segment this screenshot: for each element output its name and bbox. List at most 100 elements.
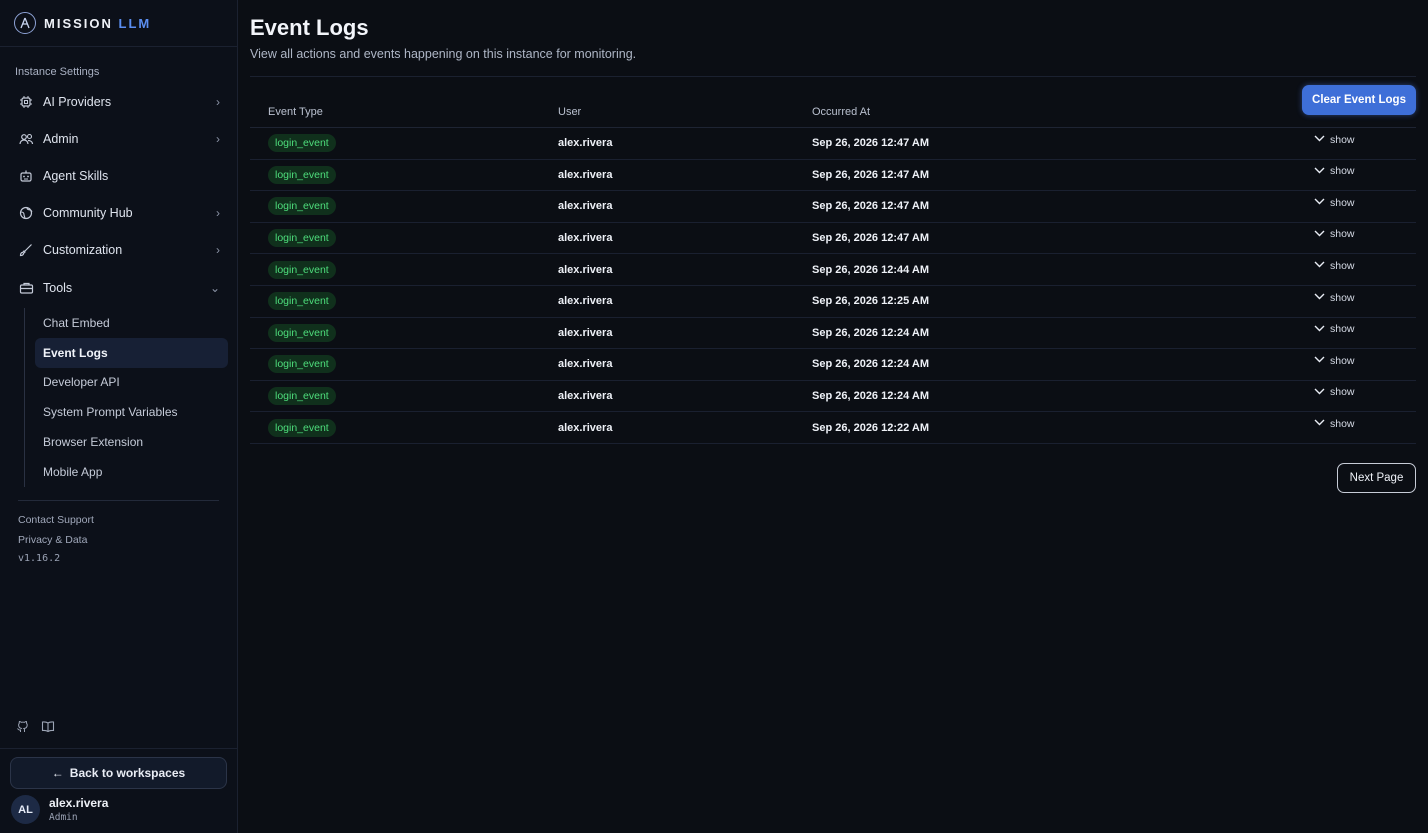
show-cell: show [1292,418,1416,434]
page-title: Event Logs [250,15,369,40]
show-cell: show [1292,386,1416,403]
chevron-down-icon [1314,292,1325,303]
version-label: v1.16.2 [18,553,61,564]
user-cell: alex.rivera [558,421,613,434]
event-type-cell: login_event [250,323,558,342]
sidebar-item-label: Community Hub [43,206,133,221]
section-label: Instance Settings [15,66,100,78]
column-header-occurred-at: Occurred At [812,105,871,118]
sidebar-item-tools[interactable]: Tools ⌄ [0,269,238,306]
user-cell: alex.rivera [558,168,613,181]
occurred-at-cell: Sep 26, 2026 12:24 AM [812,326,929,339]
github-icon[interactable] [15,719,29,733]
toolbox-icon [18,280,34,296]
column-header-event-type: Event Type [268,105,323,118]
show-details-button[interactable]: show [1292,260,1355,272]
show-cell: show [1292,134,1416,150]
show-cell: show [1292,323,1416,340]
table-row: login_event alex.rivera Sep 26, 2026 12:24… [250,349,1416,381]
sidebar-item-chat-embed[interactable]: Chat Embed [35,308,228,338]
user-cell: alex.rivera [558,263,613,276]
event-type-badge: login_event [268,418,336,437]
user-cell: alex.rivera [558,326,613,339]
show-details-button[interactable]: show [1292,418,1355,430]
sidebar-item-agent-skills[interactable]: Agent Skills [0,157,238,194]
user-name: alex.rivera [49,796,109,810]
table-row: login_event alex.rivera Sep 26, 2026 12:47… [250,223,1416,255]
occurred-at-cell: Sep 26, 2026 12:24 AM [812,358,929,371]
arrow-left-icon: ← [51,766,64,780]
event-type-cell: login_event [250,355,558,374]
table-row: login_event alex.rivera Sep 26, 2026 12:22… [250,412,1416,444]
show-cell: show [1292,165,1416,182]
user-cell: alex.rivera [558,137,613,150]
table-row: login_event alex.rivera Sep 26, 2026 12:25… [250,286,1416,318]
show-details-button[interactable]: show [1292,134,1355,146]
show-details-button[interactable]: show [1292,292,1355,304]
next-page-button[interactable]: Next Page [1337,463,1416,493]
sidebar-bottom-divider [0,748,238,749]
sidebar-item-customization[interactable]: Customization › [0,232,238,269]
show-details-button[interactable]: show [1292,165,1355,177]
robot-icon [18,168,34,184]
sidebar-item-ai-providers[interactable]: AI Providers › [0,83,238,120]
back-to-workspaces-button[interactable]: ← Back to workspaces [10,757,227,789]
table-row: login_event alex.rivera Sep 26, 2026 12:47… [250,128,1416,160]
table-body: login_event alex.rivera Sep 26, 2026 12:47… [250,128,1416,444]
show-cell: show [1292,228,1416,245]
event-type-badge: login_event [268,323,336,342]
chevron-down-icon [1314,134,1325,145]
event-type-badge: login_event [268,134,336,153]
show-details-button[interactable]: show [1292,386,1355,398]
user-cell: alex.rivera [558,200,613,213]
sidebar-item-mobile-app[interactable]: Mobile App [35,457,228,487]
user-cell: alex.rivera [558,358,613,371]
chevron-right-icon: › [216,94,220,109]
chevron-down-icon [1314,166,1325,177]
chevron-down-icon [1314,229,1325,240]
cpu-icon [18,94,34,110]
sidebar-item-event-logs[interactable]: Event Logs [35,337,228,368]
sidebar-item-community-hub[interactable]: Community Hub › [0,195,238,232]
users-icon [18,131,34,147]
show-details-button[interactable]: show [1292,228,1355,240]
show-label: show [1330,228,1355,241]
show-details-button[interactable]: show [1292,197,1355,209]
occurred-at-cell: Sep 26, 2026 12:25 AM [812,295,929,308]
table-header: Event Type User Occurred At [250,96,1416,128]
chevron-down-icon [1314,197,1325,208]
sidebar-item-label: Tools [43,280,73,295]
occurred-at-cell: Sep 26, 2026 12:44 AM [812,263,929,276]
user-cell: alex.rivera [558,232,613,245]
occurred-at-cell: Sep 26, 2026 12:24 AM [812,390,929,403]
sidebar-item-admin[interactable]: Admin › [0,120,238,157]
settings-nav: AI Providers › Admin › Agent Skills Comm… [0,83,238,306]
show-details-button[interactable]: show [1292,323,1355,335]
occurred-at-cell: Sep 26, 2026 12:22 AM [812,421,929,434]
show-details-button[interactable]: show [1292,355,1355,367]
event-type-cell: login_event [250,260,558,279]
chevron-down-icon [1314,418,1325,429]
chevron-down-icon [1314,260,1325,271]
sidebar-item-developer-api[interactable]: Developer API [35,368,228,398]
contact-support-link[interactable]: Contact Support [18,513,94,533]
page-subtitle: View all actions and events happening on… [250,47,637,61]
table-row: login_event alex.rivera Sep 26, 2026 12:44… [250,254,1416,286]
user-profile[interactable]: AL alex.rivera Admin [11,795,108,824]
sidebar-item-system-prompt-variables[interactable]: System Prompt Variables [35,397,228,427]
user-meta: alex.rivera Admin [49,796,108,823]
privacy-data-link[interactable]: Privacy & Data [18,533,94,553]
event-type-cell: login_event [250,134,558,153]
event-type-badge: login_event [268,197,336,216]
user-role: Admin [49,812,78,823]
globe-icon [18,205,34,221]
bottom-icons [15,719,55,733]
book-icon[interactable] [41,719,55,733]
brand-name: MISSION LLM [44,15,152,31]
occurred-at-cell: Sep 26, 2026 12:47 AM [812,232,929,245]
clear-event-logs-button[interactable]: Clear Event Logs [1302,85,1416,115]
sidebar-item-browser-extension[interactable]: Browser Extension [35,427,228,457]
event-type-cell: login_event [250,165,558,184]
user-cell: alex.rivera [558,390,613,403]
event-type-cell: login_event [250,292,558,311]
